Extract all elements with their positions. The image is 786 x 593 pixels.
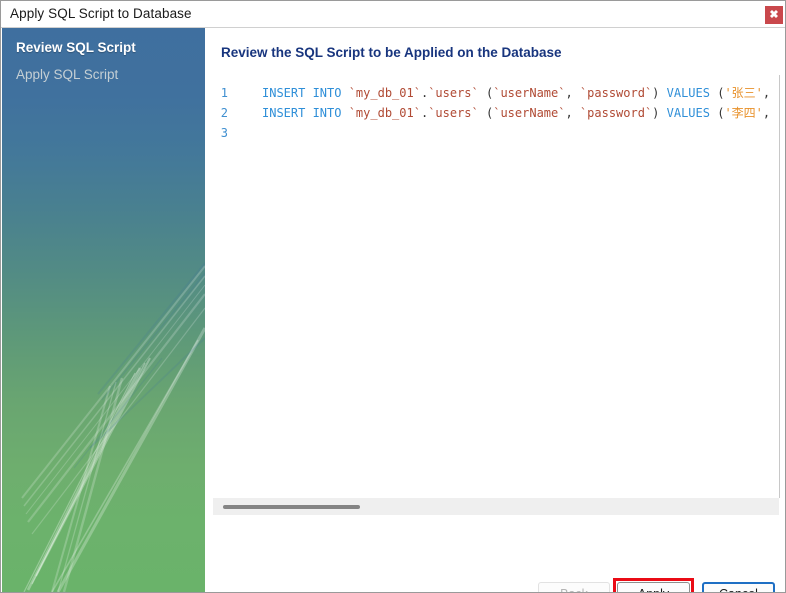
editor-right-border	[779, 75, 780, 498]
sidebar-decorative-streaks	[21, 262, 205, 592]
sidebar-item-apply-sql-script[interactable]: Apply SQL Script	[16, 67, 118, 82]
title-bar: Apply SQL Script to Database ✖	[1, 1, 785, 28]
content-pane: Review the SQL Script to be Applied on t…	[205, 28, 785, 592]
code-line: 2 INSERT INTO `my_db_01`.`users` (`userNa…	[206, 103, 780, 123]
code-text: INSERT INTO `my_db_01`.`users` (`userNam…	[262, 106, 780, 120]
sidebar: Review SQL Script Apply SQL Script	[2, 28, 205, 592]
code-line: 1 INSERT INTO `my_db_01`.`users` (`userNa…	[206, 83, 780, 103]
back-button[interactable]: Back	[538, 582, 610, 592]
sidebar-item-review-sql-script[interactable]: Review SQL Script	[16, 40, 136, 55]
line-number: 3	[220, 126, 228, 140]
apply-button[interactable]: Apply	[617, 582, 690, 592]
sql-script-editor[interactable]: 1 INSERT INTO `my_db_01`.`users` (`userNa…	[206, 75, 780, 498]
code-line: 3	[206, 123, 262, 143]
window-title: Apply SQL Script to Database	[10, 6, 192, 21]
line-number: 1	[220, 86, 228, 100]
page-title: Review the SQL Script to be Applied on t…	[221, 45, 562, 60]
horizontal-scrollbar-thumb[interactable]	[223, 505, 360, 509]
close-icon[interactable]: ✖	[765, 6, 783, 24]
code-text: INSERT INTO `my_db_01`.`users` (`userNam…	[262, 86, 780, 100]
cancel-button[interactable]: Cancel	[702, 582, 775, 592]
dialog-window: Apply SQL Script to Database ✖ Review SQ…	[0, 0, 786, 593]
line-number: 2	[220, 106, 228, 120]
